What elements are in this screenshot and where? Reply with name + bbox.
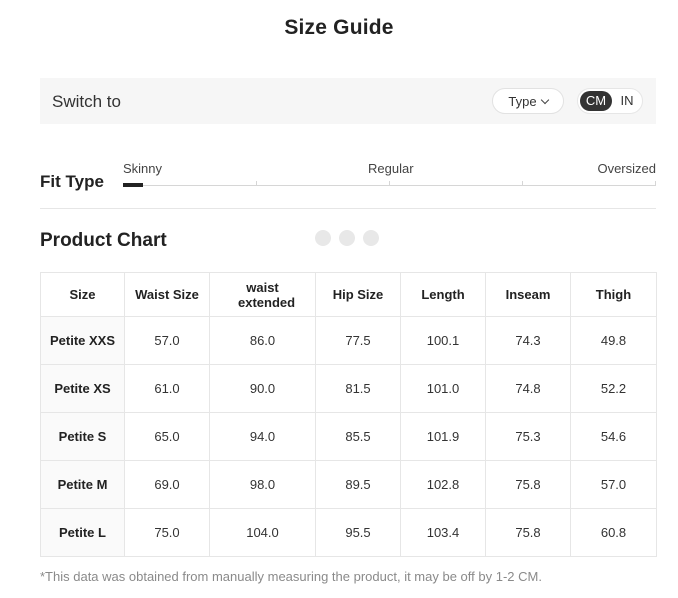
table-cell: 52.2	[570, 364, 657, 413]
table-row: Petite XXS 57.0 86.0 77.5 100.1 74.3 49.…	[40, 316, 657, 365]
table-cell: 101.9	[400, 412, 486, 461]
table-cell: 81.5	[315, 364, 401, 413]
size-cell: Petite S	[40, 412, 125, 461]
table-cell: 95.5	[315, 508, 401, 557]
table-cell: 74.8	[485, 364, 571, 413]
table-cell: 60.8	[570, 508, 657, 557]
fit-option-oversized: Oversized	[597, 161, 656, 176]
table-cell: 61.0	[124, 364, 210, 413]
table-row: Petite M 69.0 98.0 89.5 102.8 75.8 57.0	[40, 460, 657, 509]
loading-dots	[315, 230, 379, 246]
column-header: Inseam	[485, 272, 571, 317]
column-header: Size	[40, 272, 125, 317]
table-cell: 57.0	[124, 316, 210, 365]
chevron-down-icon	[540, 95, 549, 104]
switch-label: Switch to	[52, 92, 121, 111]
table-cell: 90.0	[209, 364, 316, 413]
unit-toggle: CM IN	[577, 88, 643, 114]
fit-notch	[256, 181, 257, 186]
table-cell: 69.0	[124, 460, 210, 509]
table-row: Petite L 75.0 104.0 95.5 103.4 75.8 60.8	[40, 508, 657, 557]
size-cell: Petite XS	[40, 364, 125, 413]
fit-option-regular: Regular	[368, 161, 414, 176]
measurement-disclaimer: *This data was obtained from manually me…	[40, 569, 542, 584]
product-chart-title: Product Chart	[40, 230, 167, 251]
table-cell: 75.3	[485, 412, 571, 461]
table-cell: 49.8	[570, 316, 657, 365]
table-cell: 74.3	[485, 316, 571, 365]
table-cell: 104.0	[209, 508, 316, 557]
table-cell: 100.1	[400, 316, 486, 365]
divider	[40, 208, 656, 209]
table-cell: 102.8	[400, 460, 486, 509]
fit-type-scale: Skinny Regular Oversized	[123, 158, 656, 192]
loading-dot	[315, 230, 331, 246]
table-header-row: Size Waist Size waist extended Hip Size …	[40, 272, 657, 317]
table-cell: 89.5	[315, 460, 401, 509]
column-header: Hip Size	[315, 272, 401, 317]
fit-notch	[655, 181, 656, 186]
table-row: Petite S 65.0 94.0 85.5 101.9 75.3 54.6	[40, 412, 657, 461]
table-cell: 85.5	[315, 412, 401, 461]
table-cell: 54.6	[570, 412, 657, 461]
loading-dot	[339, 230, 355, 246]
size-cell: Petite M	[40, 460, 125, 509]
table-cell: 77.5	[315, 316, 401, 365]
fit-type-label: Fit Type	[40, 172, 104, 191]
fit-indicator	[123, 183, 143, 187]
table-cell: 94.0	[209, 412, 316, 461]
fit-option-skinny: Skinny	[123, 161, 163, 176]
column-header: Thigh	[570, 272, 657, 317]
table-cell: 65.0	[124, 412, 210, 461]
table-cell: 98.0	[209, 460, 316, 509]
type-dropdown[interactable]: Type	[492, 88, 564, 114]
product-size-table: Size Waist Size waist extended Hip Size …	[40, 272, 657, 557]
table-cell: 101.0	[400, 364, 486, 413]
column-header: waist extended	[209, 272, 316, 317]
loading-dot	[363, 230, 379, 246]
table-cell: 103.4	[400, 508, 486, 557]
table-cell: 57.0	[570, 460, 657, 509]
page-title: Size Guide	[284, 16, 394, 39]
type-dropdown-label: Type	[508, 93, 537, 109]
column-header: Length	[400, 272, 486, 317]
table-cell: 75.0	[124, 508, 210, 557]
unit-switch-bar: Switch to Type CM IN	[40, 78, 656, 124]
unit-in-button[interactable]: IN	[614, 91, 640, 111]
table-cell: 75.8	[485, 508, 571, 557]
fit-notch	[389, 181, 390, 186]
table-cell: 86.0	[209, 316, 316, 365]
unit-cm-button[interactable]: CM	[580, 91, 612, 111]
table-row: Petite XS 61.0 90.0 81.5 101.0 74.8 52.2	[40, 364, 657, 413]
table-cell: 75.8	[485, 460, 571, 509]
fit-notch	[522, 181, 523, 186]
column-header: Waist Size	[124, 272, 210, 317]
size-cell: Petite XXS	[40, 316, 125, 365]
size-cell: Petite L	[40, 508, 125, 557]
